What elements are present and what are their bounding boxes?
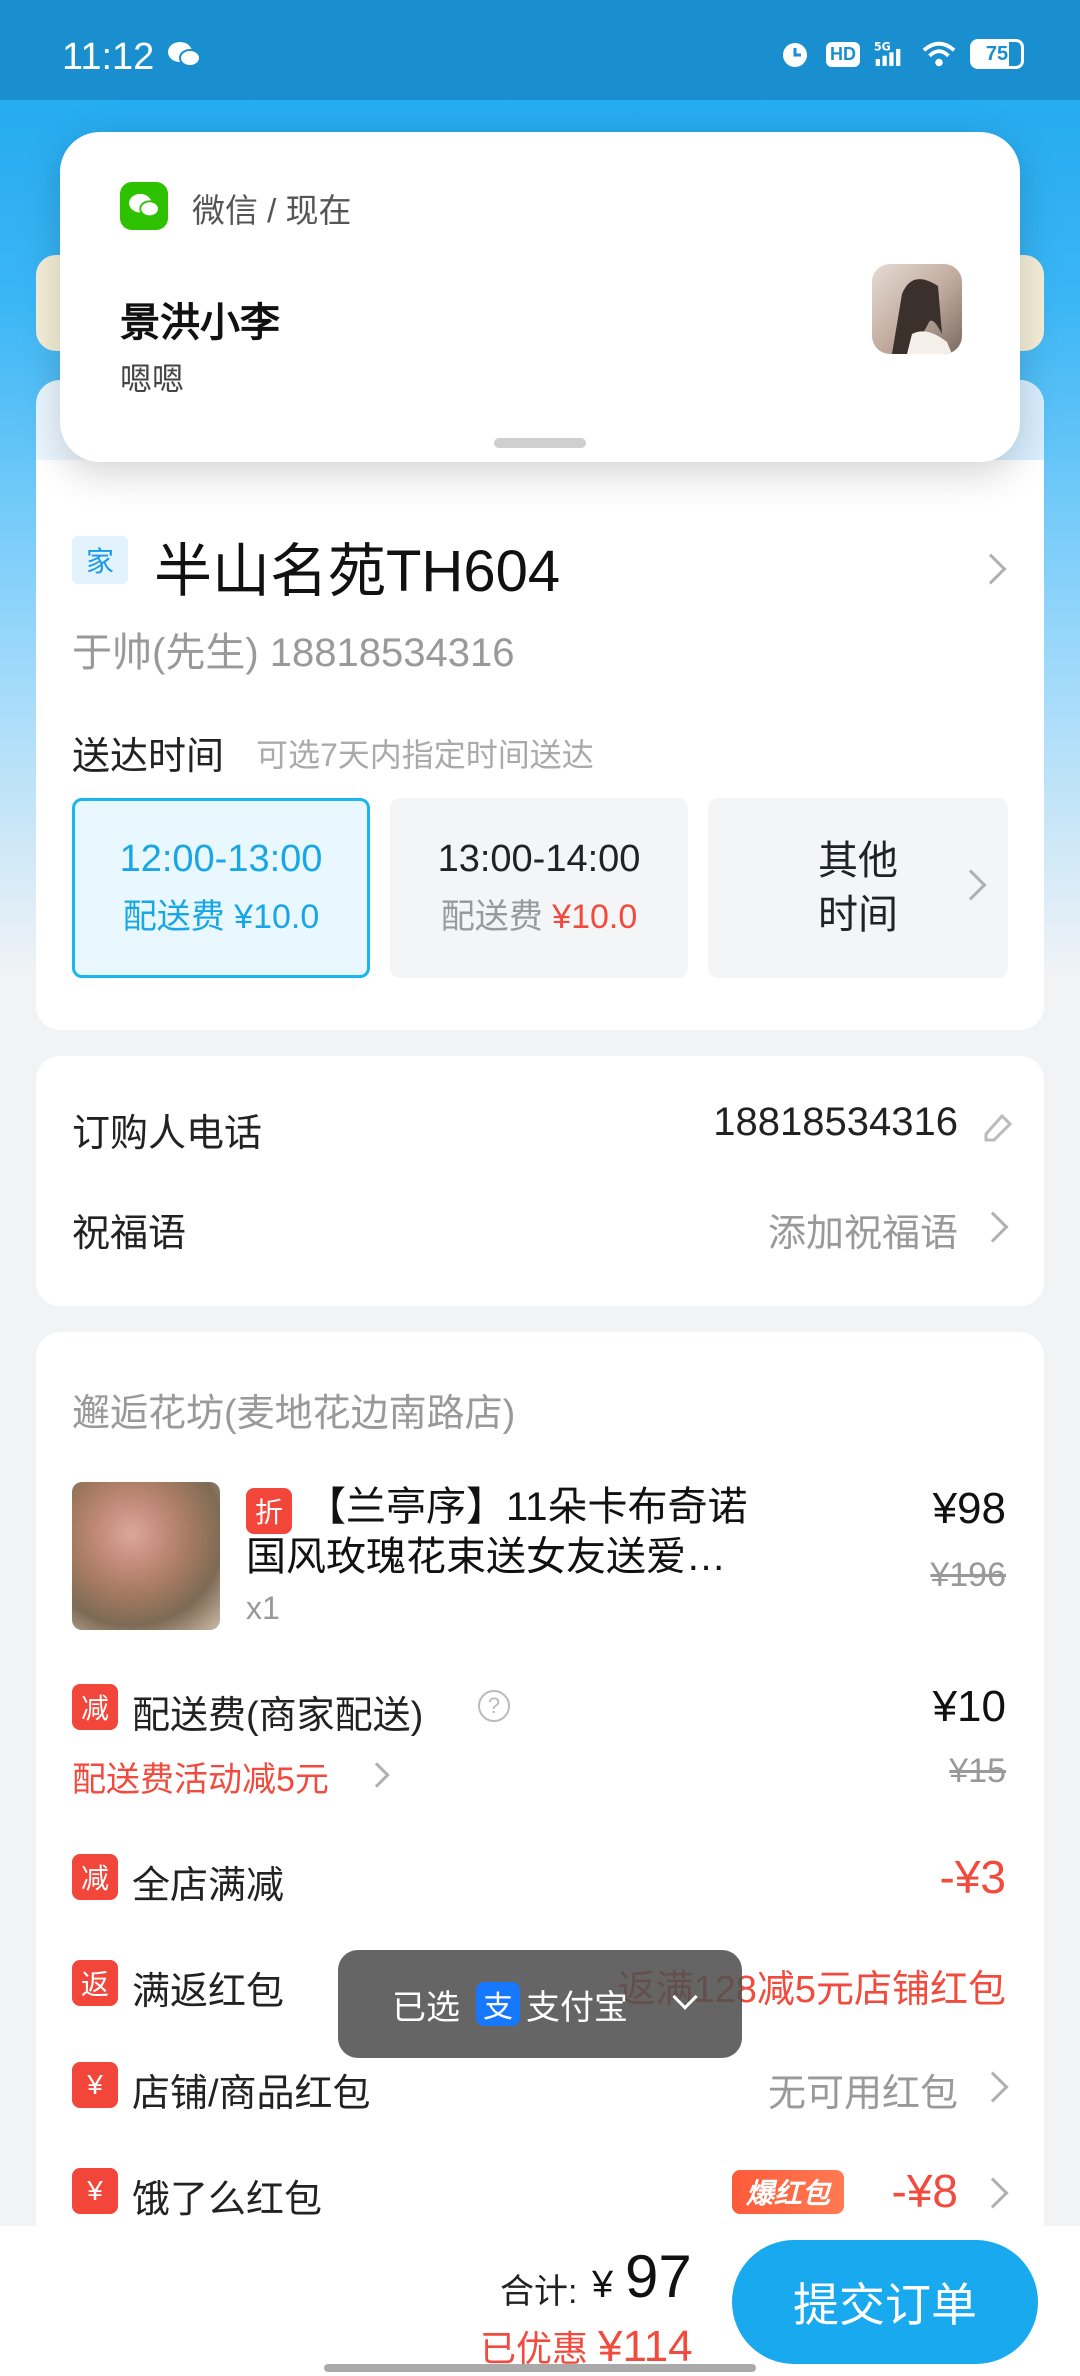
chevron-down-icon — [672, 1984, 698, 2010]
product-title[interactable]: 【兰亭序】11朵卡布奇诺国风玫瑰花束送女友送爱… — [246, 1482, 766, 1582]
total-amount: 97 — [625, 2243, 692, 2310]
payment-method-toast[interactable]: 已选 支 支付宝 — [338, 1950, 742, 2058]
notification-app-name: 微信 / 现在 — [192, 192, 352, 229]
product-image[interactable] — [72, 1482, 220, 1630]
home-indicator[interactable] — [324, 2364, 756, 2372]
yuan-tag: ¥ — [72, 2062, 118, 2108]
payment-method-name: 支付宝 — [526, 1988, 628, 2027]
time-slot-time: 13:00-14:00 — [437, 838, 641, 880]
delivery-fee-label: 配送费(商家配送) — [132, 1695, 424, 1737]
alipay-icon: 支 — [476, 1982, 520, 2026]
address-card[interactable]: 家 半山名苑TH604 于帅(先生) 18818534316 送达时间 可选7天… — [36, 460, 1044, 1030]
hd-icon: HD — [826, 41, 860, 67]
blessing-label: 祝福语 — [72, 1213, 187, 1255]
address-title: 半山名苑TH604 — [154, 539, 561, 604]
wechat-notification[interactable]: 微信 / 现在 景洪小李 嗯嗯 — [60, 132, 1020, 462]
wifi-icon — [922, 41, 956, 67]
delivery-time-hint: 可选7天内指定时间送达 — [256, 737, 594, 773]
chevron-right-icon — [955, 869, 987, 901]
sender-avatar — [872, 264, 962, 354]
status-bar: 11:12 HD 5G 75 — [0, 0, 1080, 100]
buyer-phone-label: 订购人电话 — [72, 1113, 263, 1155]
delivery-fee-price: ¥10 — [932, 1682, 1006, 1731]
cashback-tag: 返 — [72, 1960, 118, 2006]
buyer-phone-value[interactable]: 18818534316 — [713, 1100, 958, 1145]
chevron-right-icon — [364, 1762, 390, 1788]
svg-text:5G: 5G — [874, 41, 891, 54]
notification-handle[interactable] — [494, 438, 586, 448]
chevron-right-icon — [977, 1211, 1009, 1243]
shop-name[interactable]: 邂逅花坊(麦地花边南路店) — [72, 1382, 515, 1437]
battery-level: 75 — [985, 42, 1009, 65]
battery-icon: 75 — [970, 39, 1024, 69]
reduce-tag: 减 — [72, 1854, 118, 1900]
contact-card: 订购人电话 18818534316 祝福语 添加祝福语 — [36, 1056, 1044, 1306]
blessing-value[interactable]: 添加祝福语 — [768, 1202, 958, 1257]
notification-sender: 景洪小李 — [120, 301, 280, 345]
product-original-price: ¥196 — [930, 1556, 1006, 1594]
total-currency: ¥ — [592, 2264, 614, 2306]
hot-packet-badge: 爆红包 — [732, 2170, 844, 2214]
time-slot-fee: 配送费 ¥10.0 — [122, 898, 320, 936]
toast-prefix: 已选 — [392, 1988, 460, 2027]
shop-packet-value[interactable]: 无可用红包 — [768, 2062, 958, 2117]
home-tag: 家 — [72, 536, 128, 584]
product-quantity: x1 — [246, 1590, 280, 1626]
other-time-label: 其他 时间 — [818, 839, 898, 937]
full-discount-value: -¥3 — [939, 1851, 1006, 1903]
delivery-fee-original-price: ¥15 — [949, 1752, 1006, 1790]
status-icons: HD 5G 75 — [778, 38, 1024, 70]
time-slot-other[interactable]: 其他 时间 — [708, 798, 1008, 978]
help-icon[interactable]: ? — [478, 1690, 510, 1722]
status-time: 11:12 — [62, 36, 155, 78]
edit-icon[interactable] — [980, 1108, 1016, 1144]
checkout-bar: 合计: ¥ 97 已优惠 ¥114 提交订单 — [0, 2226, 1080, 2376]
shop-packet-label: 店铺/商品红包 — [132, 2073, 371, 2115]
time-slot-1[interactable]: 12:00-13:00 配送费 ¥10.0 — [72, 798, 370, 978]
time-slot-time: 12:00-13:00 — [119, 838, 323, 880]
yuan-tag: ¥ — [72, 2168, 118, 2214]
delivery-fee-promo[interactable]: 配送费活动减5元 — [72, 1752, 329, 1801]
cellular-signal-icon: 5G — [874, 41, 901, 66]
chevron-right-icon — [977, 2071, 1009, 2103]
ele-packet-label: 饿了么红包 — [132, 2179, 323, 2221]
product-price: ¥98 — [932, 1484, 1006, 1533]
chevron-right-icon — [975, 553, 1007, 585]
ele-packet-value[interactable]: -¥8 — [892, 2164, 958, 2218]
wechat-app-icon — [120, 182, 168, 230]
time-slot-2[interactable]: 13:00-14:00 配送费 ¥10.0 — [390, 798, 688, 978]
reduce-tag: 减 — [72, 1684, 118, 1730]
wechat-status-icon — [168, 42, 201, 67]
notification-message: 嗯嗯 — [120, 361, 185, 397]
alarm-icon — [783, 43, 807, 67]
cashback-label: 满返红包 — [132, 1971, 285, 2013]
submit-order-button[interactable]: 提交订单 — [732, 2240, 1038, 2364]
total-label: 合计: — [500, 2273, 578, 2311]
chevron-right-icon — [977, 2177, 1009, 2209]
address-contact: 于帅(先生) 18818534316 — [72, 631, 515, 675]
delivery-time-label: 送达时间 — [72, 736, 225, 778]
time-slot-fee: 配送费 ¥10.0 — [440, 898, 638, 936]
full-discount-label: 全店满减 — [132, 1865, 285, 1907]
order-card: 邂逅花坊(麦地花边南路店) 折 【兰亭序】11朵卡布奇诺国风玫瑰花束送女友送爱…… — [36, 1332, 1044, 2376]
